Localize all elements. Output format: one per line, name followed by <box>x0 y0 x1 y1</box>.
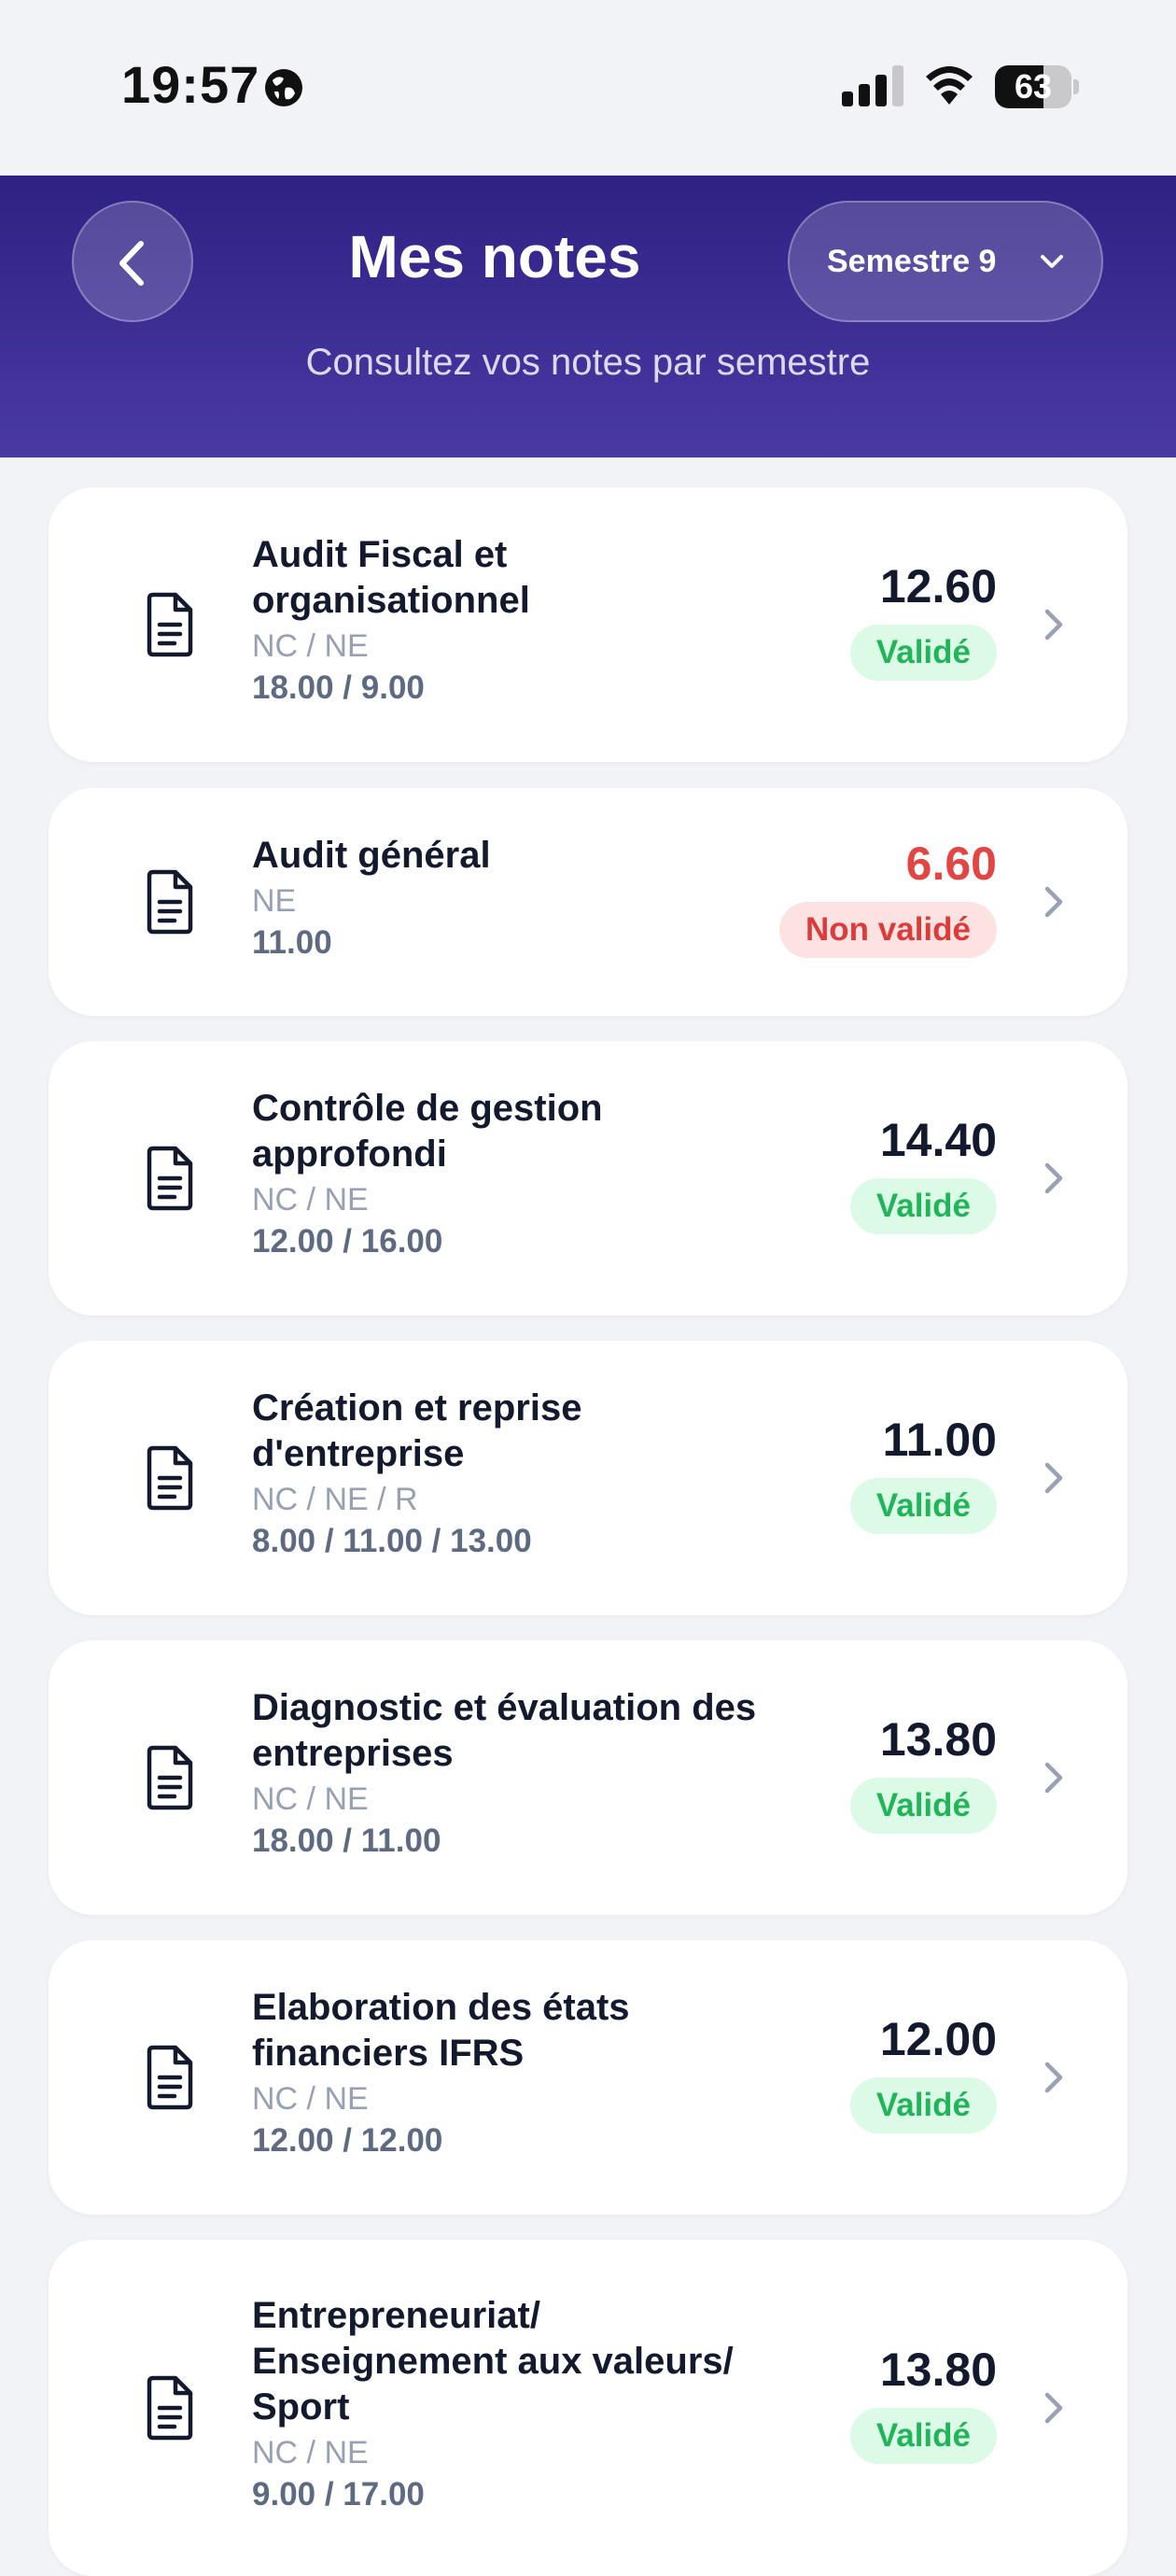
module-title-line: Entrepreneuriat/ <box>252 2295 540 2336</box>
module-result: 13.80 Validé <box>698 2341 997 2464</box>
document-icon <box>133 865 207 939</box>
module-result: 13.80 Validé <box>698 1710 997 1834</box>
grade-card[interactable]: Audit général NE 11.00 6.60 Non validé <box>49 788 1127 1016</box>
module-result: 12.60 Validé <box>698 557 997 681</box>
module-average: 12.00 <box>879 2013 997 2065</box>
document-icon <box>133 1441 207 1515</box>
module-average: 13.80 <box>879 1713 997 1766</box>
chevron-right-icon <box>1038 1457 1070 1499</box>
module-average: 11.00 <box>882 1414 997 1466</box>
grade-card[interactable]: Contrôle de gestion approfondi NC / NE 12.0… <box>49 1041 1127 1316</box>
status-badge: Validé <box>849 2408 997 2464</box>
module-average: 12.60 <box>879 560 997 612</box>
status-badge: Non validé <box>779 902 997 958</box>
grade-card[interactable]: Elaboration des états financiers IFRS NC /… <box>49 1940 1127 2215</box>
chevron-right-icon <box>1038 1757 1070 1798</box>
document-icon <box>133 1141 207 1216</box>
grade-card[interactable]: Diagnostic et évaluation des entreprises N… <box>49 1640 1127 1915</box>
grade-card[interactable]: Création et reprise d'entreprise NC / NE /… <box>49 1341 1127 1615</box>
document-icon <box>133 587 207 662</box>
grade-card[interactable]: Entrepreneuriat/Enseignement aux valeurs… <box>49 2240 1127 2576</box>
status-badge: Validé <box>849 625 997 681</box>
document-icon <box>133 2040 207 2115</box>
chevron-right-icon <box>1038 2057 1070 2098</box>
module-average: 13.80 <box>879 2344 997 2396</box>
grade-card[interactable]: Audit Fiscal et organisationnel NC / NE 18.… <box>49 487 1127 762</box>
document-icon <box>133 1740 207 1815</box>
status-badge: Validé <box>849 1478 997 1534</box>
chevron-right-icon <box>1038 604 1070 645</box>
chevron-right-icon <box>1038 2387 1070 2428</box>
grades-list: Audit Fiscal et organisationnel NC / NE 18.… <box>0 0 1176 2576</box>
status-badge: Validé <box>849 1178 997 1234</box>
chevron-right-icon <box>1038 1158 1070 1199</box>
status-badge: Validé <box>849 2077 997 2133</box>
status-badge: Validé <box>849 1778 997 1834</box>
module-average: 14.40 <box>879 1114 997 1166</box>
document-icon <box>133 2371 207 2445</box>
module-result: 11.00 Validé <box>698 1411 997 1534</box>
module-result: 6.60 Non validé <box>698 835 997 958</box>
module-result: 12.00 Validé <box>698 2010 997 2133</box>
module-average: 6.60 <box>905 838 997 890</box>
module-exam-scores: 9.00 / 17.00 <box>252 2476 425 2513</box>
module-result: 14.40 Validé <box>698 1111 997 1234</box>
chevron-right-icon <box>1038 881 1070 922</box>
